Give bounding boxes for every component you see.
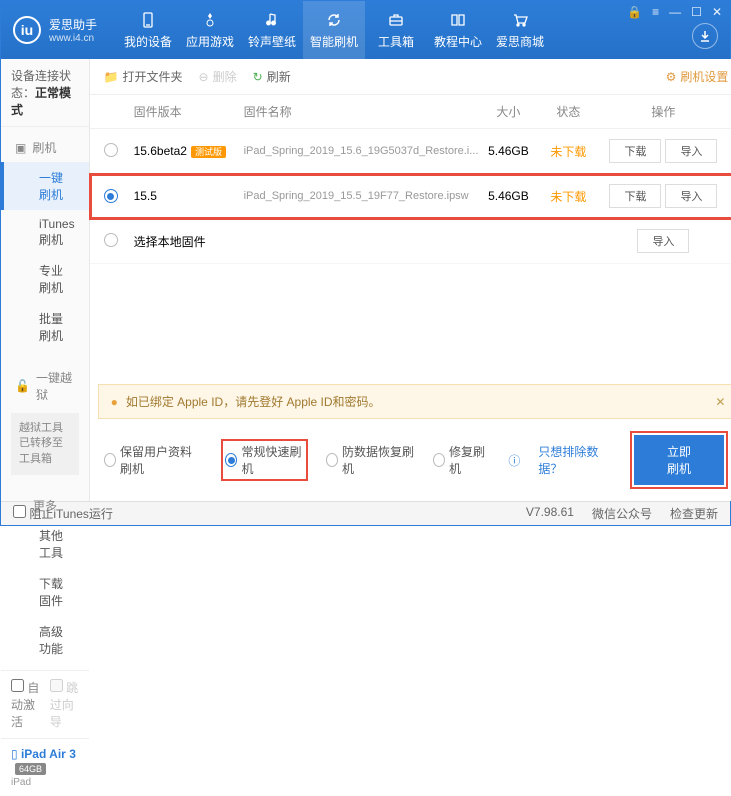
app-title: 爱思助手 [49,16,97,33]
block-itunes-checkbox[interactable]: 阻止iTunes运行 [13,505,113,522]
col-name: 固件名称 [244,103,479,120]
check-update-link[interactable]: 检查更新 [670,505,718,522]
wechat-link[interactable]: 微信公众号 [592,505,652,522]
footer: 阻止iTunes运行 V7.98.61 微信公众号 检查更新 [1,501,730,525]
device-info[interactable]: ▯ iPad Air 364GB iPad [1,738,89,796]
refresh-button[interactable]: ↻刷新 [253,68,291,85]
menu-icon[interactable]: ≡ [652,5,659,19]
jailbreak-note: 越狱工具已转移至工具箱 [11,413,79,475]
firmware-row[interactable]: 15.5 iPad_Spring_2019_15.5_19F77_Restore… [90,174,731,219]
delete-icon: ⊖ [199,70,209,84]
lock-icon[interactable]: 🔒 [627,5,642,19]
version-label: V7.98.61 [526,505,574,522]
sidebar-group-flash[interactable]: ▣刷机 [1,133,89,162]
flash-now-button[interactable]: 立即刷机 [634,435,725,485]
row-radio[interactable] [104,233,118,247]
music-icon [263,11,281,29]
import-button[interactable]: 导入 [665,184,717,208]
tab-flash[interactable]: 智能刷机 [303,1,365,59]
col-ops: 操作 [598,103,728,120]
auto-activate-checkbox[interactable]: 自动激活 [11,679,40,730]
import-button[interactable]: 导入 [637,229,689,253]
phone-icon [139,11,157,29]
col-version: 固件版本 [134,103,244,120]
toolbar: 📁打开文件夹 ⊖删除 ↻刷新 ⚙刷机设置 [90,59,731,95]
warning-banner: ● 如已绑定 Apple ID，请先登好 Apple ID和密码。 ✕ [98,384,731,419]
local-firmware-row[interactable]: 选择本地固件 导入 [90,219,731,264]
logo-area: iu 爱思助手 www.i4.cn [1,16,109,44]
sidebar-item-itunes[interactable]: iTunes刷机 [1,210,89,255]
tab-ringtones[interactable]: 铃声壁纸 [241,1,303,59]
sidebar-group-jailbreak[interactable]: 🔓一键越狱 [1,363,89,409]
close-icon[interactable]: ✕ [715,395,725,409]
sidebar-options: 自动激活 跳过向导 [1,670,89,738]
nav-tabs: 我的设备 应用游戏 铃声壁纸 智能刷机 工具箱 教程中心 爱思商城 [117,1,551,59]
flash-options: 保留用户资料刷机 常规快速刷机 防数据恢复刷机 修复刷机 ⓘ 只想排除数据？ 立… [90,419,731,501]
opt-repair[interactable]: 修复刷机 [433,443,491,477]
close-icon[interactable]: ✕ [712,5,722,19]
sidebar-item-other[interactable]: 其他工具 [1,520,89,568]
sidebar-item-dlfw[interactable]: 下载固件 [1,568,89,616]
delete-button[interactable]: ⊖删除 [199,68,237,85]
tab-tutorial[interactable]: 教程中心 [427,1,489,59]
minimize-icon[interactable]: — [669,5,681,19]
gear-icon: ⚙ [666,70,677,84]
opt-normal[interactable]: 常规快速刷机 [225,443,304,477]
connection-status: 设备连接状态：正常模式 [1,59,89,127]
opt-recovery[interactable]: 防数据恢复刷机 [326,443,415,477]
logo-icon: iu [13,16,41,44]
tab-store[interactable]: 爱思商城 [489,1,551,59]
open-folder-button[interactable]: 📁打开文件夹 [104,68,183,85]
download-button[interactable]: 下载 [609,139,661,163]
apps-icon [201,11,219,29]
app-header: iu 爱思助手 www.i4.cn 我的设备 应用游戏 铃声壁纸 智能刷机 工具… [1,1,730,59]
flash-settings-button[interactable]: ⚙刷机设置 [666,68,729,85]
cart-icon [511,11,529,29]
row-radio[interactable] [104,143,118,157]
import-button[interactable]: 导入 [665,139,717,163]
refresh-icon [325,11,343,29]
download-button[interactable] [692,23,718,49]
skip-guide-checkbox[interactable]: 跳过向导 [50,679,79,730]
toolbox-icon [387,11,405,29]
info-icon[interactable]: ⓘ [508,452,520,469]
sidebar-item-oneclick[interactable]: 一键刷机 [1,162,89,210]
beta-badge: 测试版 [191,146,226,158]
exclude-data-link[interactable]: 只想排除数据？ [538,443,611,477]
col-size: 大小 [478,103,538,120]
refresh-icon: ↻ [253,70,263,84]
tab-my-device[interactable]: 我的设备 [117,1,179,59]
download-button[interactable]: 下载 [609,184,661,208]
main-panel: 📁打开文件夹 ⊖删除 ↻刷新 ⚙刷机设置 固件版本 固件名称 大小 状态 操作 … [90,59,731,501]
window-controls: 🔒 ≡ — ☐ ✕ [627,5,722,19]
opt-keep-data[interactable]: 保留用户资料刷机 [104,443,204,477]
tab-toolbox[interactable]: 工具箱 [365,1,427,59]
sidebar: 设备连接状态：正常模式 ▣刷机 一键刷机 iTunes刷机 专业刷机 批量刷机 … [1,59,90,501]
sidebar-item-pro[interactable]: 专业刷机 [1,255,89,303]
warning-icon: ● [111,395,118,409]
phone-icon: ▯ [11,747,18,761]
sidebar-item-adv[interactable]: 高级功能 [1,616,89,664]
book-icon [449,11,467,29]
col-status: 状态 [538,103,598,120]
table-header: 固件版本 固件名称 大小 状态 操作 [90,95,731,129]
app-url: www.i4.cn [49,33,97,44]
firmware-row[interactable]: 15.6beta2测试版 iPad_Spring_2019_15.6_19G50… [90,129,731,174]
folder-icon: 📁 [104,70,119,84]
sidebar-item-batch[interactable]: 批量刷机 [1,303,89,351]
tab-apps[interactable]: 应用游戏 [179,1,241,59]
lock-icon: 🔓 [15,379,30,393]
phone-icon: ▣ [15,141,26,155]
maximize-icon[interactable]: ☐ [691,5,702,19]
row-radio[interactable] [104,189,118,203]
